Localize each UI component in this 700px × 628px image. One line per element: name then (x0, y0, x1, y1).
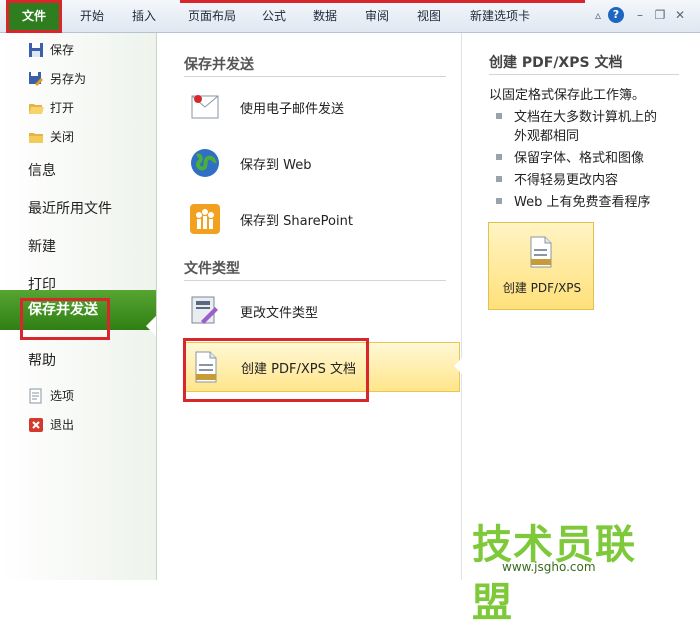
tab-file[interactable]: 文件 (8, 0, 60, 32)
save-to-web-label: 保存到 Web (240, 157, 312, 173)
close-icon[interactable]: ✕ (672, 7, 688, 23)
tab-formulas[interactable]: 公式 (254, 0, 294, 32)
tab-view[interactable]: 视图 (409, 0, 449, 32)
exit-command[interactable]: 退出 (28, 413, 74, 437)
detail-bullet-continued: 外观都相同 (496, 125, 579, 144)
bullet-icon (496, 198, 502, 204)
detail-bullet: 不得轻易更改内容 (496, 169, 618, 188)
open-command[interactable]: 打开 (28, 96, 74, 120)
save-as-command[interactable]: 另存为 (28, 67, 86, 91)
save-to-sharepoint-label: 保存到 SharePoint (240, 213, 353, 229)
options-label: 选项 (50, 389, 75, 403)
change-file-type-option[interactable]: 更改文件类型 (184, 286, 460, 336)
section-title-save-send: 保存并发送 (184, 57, 254, 73)
selection-pointer (454, 358, 462, 374)
exit-label: 退出 (50, 418, 75, 432)
tab-data[interactable]: 数据 (305, 0, 345, 32)
nav-new[interactable]: 新建 (28, 232, 56, 262)
bullet-text: Web 上有免费查看程序 (514, 195, 651, 210)
save-to-sharepoint-option[interactable]: 保存到 SharePoint (184, 194, 460, 244)
bullet-text: 文档在大多数计算机上的 (514, 110, 658, 125)
minimize-ribbon-icon[interactable]: ▵ (590, 7, 606, 23)
annotation-top-red-line (180, 0, 585, 3)
globe-icon (188, 146, 222, 180)
bullet-text: 保留字体、格式和图像 (514, 151, 645, 166)
create-pdf-xps-button[interactable]: 创建 PDF/XPS (488, 222, 594, 310)
pdf-document-icon (189, 350, 223, 384)
restore-icon[interactable]: ❐ (652, 7, 668, 23)
tab-new[interactable]: 新建选项卡 (460, 0, 540, 32)
send-email-label: 使用电子邮件发送 (240, 101, 345, 117)
options-command[interactable]: 选项 (28, 384, 74, 408)
email-icon (188, 90, 222, 124)
save-command[interactable]: 保存 (28, 38, 74, 62)
nav-save-send[interactable]: 保存并发送 (28, 290, 98, 330)
bullet-text: 外观都相同 (514, 129, 580, 144)
close-command[interactable]: 关闭 (28, 125, 74, 149)
help-icon[interactable]: ? (608, 7, 624, 23)
save-as-label: 另存为 (50, 72, 87, 86)
send-email-option[interactable]: 使用电子邮件发送 (184, 82, 460, 132)
options-icon (28, 388, 44, 404)
change-file-type-icon (188, 294, 222, 328)
create-pdf-xps-label: 创建 PDF/XPS 文档 (241, 361, 356, 377)
bullet-icon (496, 113, 502, 119)
change-file-type-label: 更改文件类型 (240, 305, 319, 321)
nav-info[interactable]: 信息 (28, 156, 56, 186)
detail-divider (489, 74, 679, 75)
open-folder-icon (28, 100, 44, 116)
section-divider (184, 280, 446, 281)
nav-recent[interactable]: 最近所用文件 (28, 194, 112, 224)
save-to-web-option[interactable]: 保存到 Web (184, 138, 460, 188)
close-folder-icon (28, 129, 44, 145)
tab-page-layout[interactable]: 页面布局 (176, 0, 248, 32)
close-label: 关闭 (50, 130, 75, 144)
pdf-document-icon (526, 235, 558, 275)
tab-review[interactable]: 审阅 (357, 0, 397, 32)
bullet-icon (496, 176, 502, 182)
tab-home[interactable]: 开始 (68, 0, 116, 32)
selection-pointer (146, 316, 156, 336)
save-icon (28, 42, 44, 58)
sharepoint-icon (188, 202, 222, 236)
exit-icon (28, 417, 44, 433)
detail-description: 以固定格式保存此工作簿。 (489, 88, 646, 103)
save-label: 保存 (50, 43, 75, 57)
bullet-icon (496, 154, 502, 160)
nav-help[interactable]: 帮助 (28, 346, 56, 376)
create-pdf-xps-option[interactable]: 创建 PDF/XPS 文档 (184, 342, 460, 392)
minimize-icon[interactable]: – (632, 7, 648, 23)
detail-bullet: 文档在大多数计算机上的 (496, 106, 657, 125)
save-as-icon (28, 71, 44, 87)
ribbon-tab-bar: 文件 开始 插入 页面布局 公式 数据 审阅 视图 新建选项卡 ▵ ? – ❐ … (0, 0, 700, 33)
watermark-logo: 技术员联盟 www.jsgho.com (472, 512, 672, 626)
detail-bullet: Web 上有免费查看程序 (496, 191, 650, 210)
bullet-text: 不得轻易更改内容 (514, 173, 619, 188)
detail-bullet: 保留字体、格式和图像 (496, 147, 644, 166)
open-label: 打开 (50, 101, 75, 115)
section-title-file-types: 文件类型 (184, 261, 240, 277)
create-pdf-xps-button-label: 创建 PDF/XPS (502, 281, 582, 295)
section-divider (184, 76, 446, 77)
detail-title: 创建 PDF/XPS 文档 (489, 55, 623, 71)
watermark-url: www.jsgho.com (502, 560, 596, 574)
tab-insert[interactable]: 插入 (122, 0, 166, 32)
